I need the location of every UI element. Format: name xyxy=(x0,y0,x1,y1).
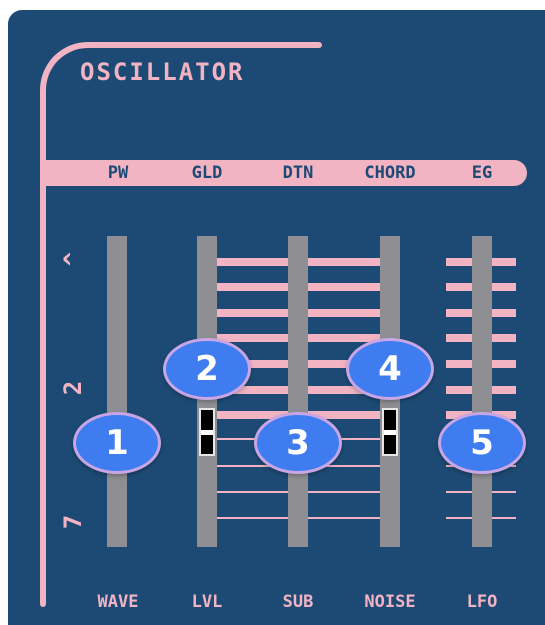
slider-handle-noise[interactable] xyxy=(382,408,398,456)
scale-mark-top: ^ xyxy=(59,251,88,267)
label-gld: GLD xyxy=(191,163,223,183)
marker-1[interactable]: 1 xyxy=(73,412,161,474)
slider-track-sub[interactable] xyxy=(288,236,308,547)
label-chord: CHORD xyxy=(364,163,416,183)
label-dtn: DTN xyxy=(282,163,314,183)
marker-2[interactable]: 2 xyxy=(163,338,251,400)
label-noise: NOISE xyxy=(364,592,416,612)
marker-4[interactable]: 4 xyxy=(346,338,434,400)
marker-5[interactable]: 5 xyxy=(438,412,526,474)
label-sub: SUB xyxy=(282,592,314,612)
section-title: OSCILLATOR xyxy=(80,58,245,86)
slider-track-wave[interactable] xyxy=(107,236,127,547)
scale-mark-middle: 2 xyxy=(59,380,88,396)
scale-mark-bottom: 7 xyxy=(59,514,88,530)
slider-handle-lvl[interactable] xyxy=(199,408,215,456)
label-lvl: LVL xyxy=(191,592,223,612)
label-lfo: LFO xyxy=(466,592,498,612)
label-eg: EG xyxy=(471,163,493,183)
marker-3[interactable]: 3 xyxy=(254,412,342,474)
slider-track-lfo[interactable] xyxy=(472,236,492,547)
label-pw: PW xyxy=(107,163,129,183)
label-wave: WAVE xyxy=(97,592,139,612)
oscillator-panel xyxy=(8,10,545,625)
frame-top-line xyxy=(90,42,322,48)
